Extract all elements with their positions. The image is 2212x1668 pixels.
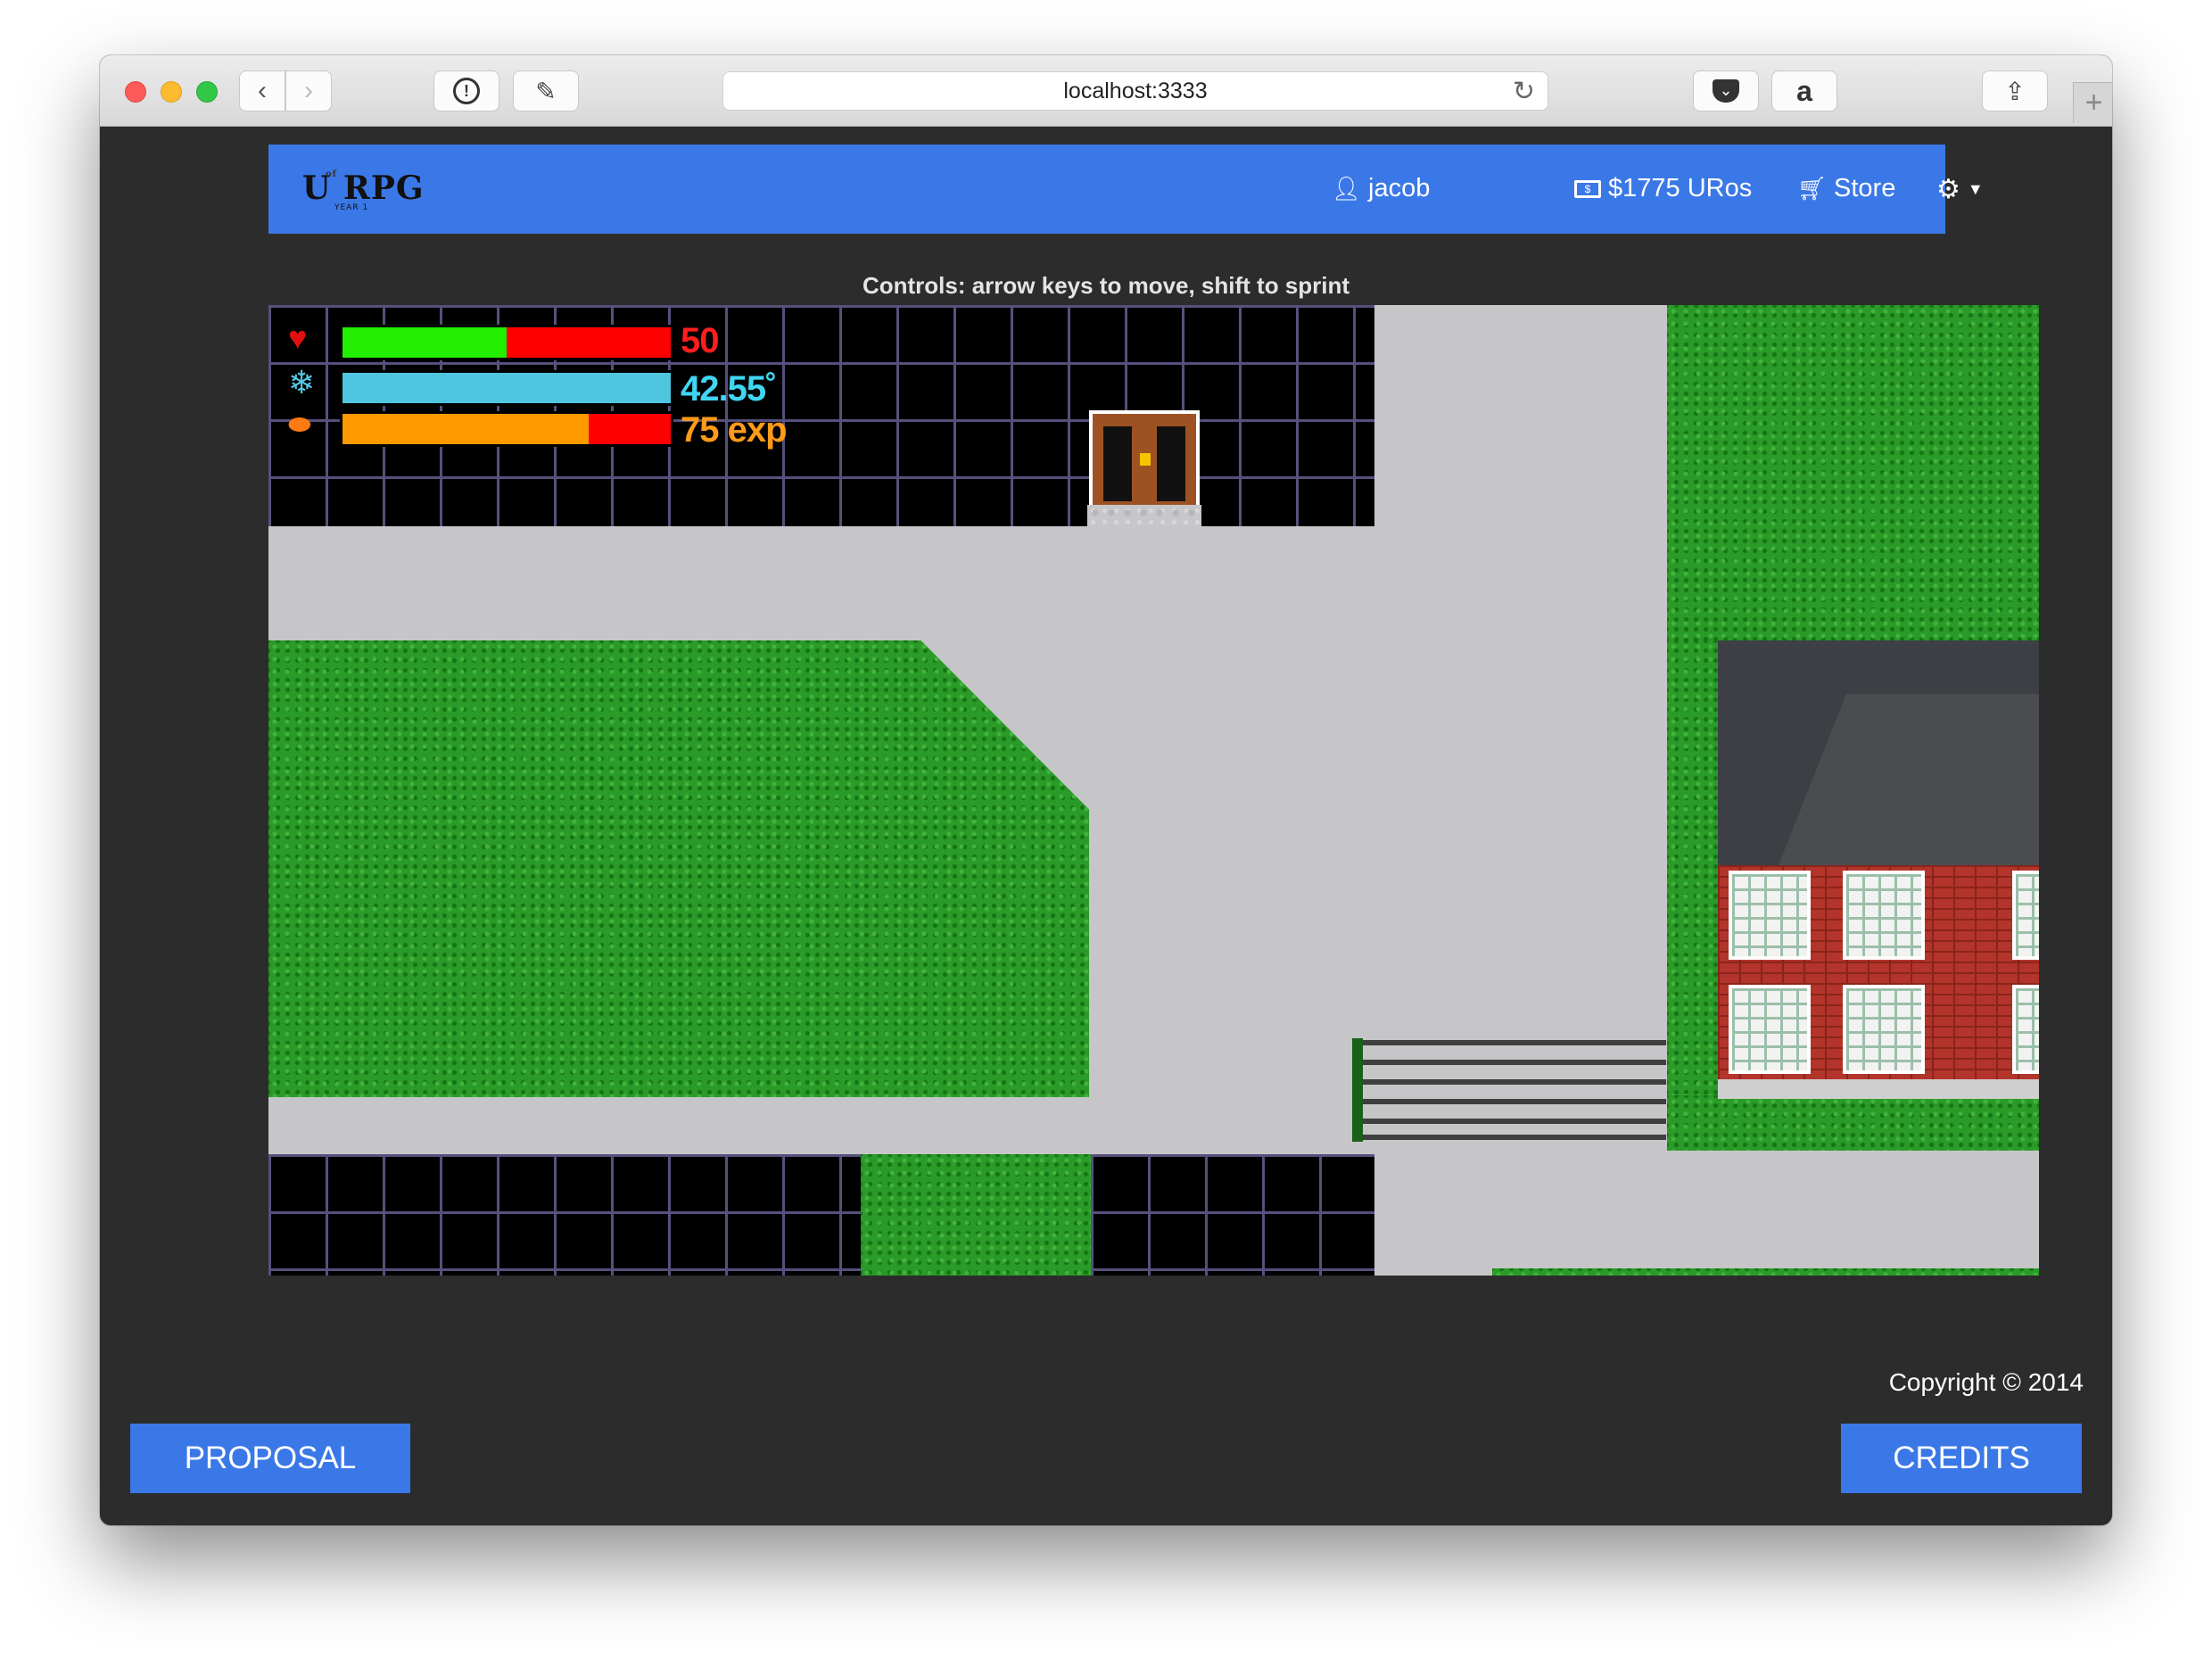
game-canvas[interactable]: ♥ 50 ❄ 42.55˚ ⬬ 75 exp — [268, 305, 2039, 1276]
building-floor-grid — [1091, 1154, 1374, 1276]
zoom-window-button[interactable] — [196, 81, 218, 103]
exp-bar — [340, 411, 673, 447]
window — [1843, 985, 1925, 1074]
window — [1729, 985, 1811, 1074]
door-right-panel — [1157, 426, 1185, 501]
reload-icon[interactable]: ↻ — [1513, 76, 1535, 107]
stair-step — [1363, 1099, 1666, 1104]
exp-pot-icon: ⬬ — [288, 410, 311, 440]
building-foundation — [1718, 1079, 2039, 1099]
url-text: localhost:3333 — [1063, 78, 1208, 103]
stair-step — [1363, 1135, 1666, 1140]
settings-dropdown[interactable]: ⚙ ▼ — [1936, 174, 1984, 205]
browser-window: ‹ › ! ✎ localhost:3333 ↻ ⌄ a ⇪ + U RPG o… — [100, 55, 2112, 1525]
stair-step — [1363, 1060, 1666, 1065]
forward-button[interactable]: › — [285, 70, 332, 111]
password-manager-button[interactable]: ! — [433, 70, 499, 111]
user-icon: 👤︎ — [1332, 175, 1362, 202]
stair-step — [1363, 1040, 1666, 1045]
nav-store[interactable]: 🛒︎ Store — [1797, 174, 1895, 203]
grass-area — [1667, 640, 1718, 1151]
copyright-text: Copyright © 2014 — [1888, 1368, 2084, 1396]
player-hud: ♥ 50 ❄ 42.55˚ ⬬ 75 exp — [268, 305, 893, 466]
temperature-value: 42.55˚ — [681, 369, 777, 409]
exp-bar-fill — [343, 414, 589, 444]
health-bar-fill — [343, 327, 507, 358]
store-label: Store — [1834, 174, 1896, 202]
logo-small-text: of — [326, 169, 337, 179]
back-button[interactable]: ‹ — [239, 70, 285, 111]
stair-step — [1363, 1119, 1666, 1124]
door-left-panel — [1103, 426, 1132, 501]
proposal-button[interactable]: PROPOSAL — [130, 1424, 410, 1493]
logo-subtitle: YEAR 1 — [334, 203, 369, 212]
snowflake-icon: ❄ — [288, 364, 316, 400]
plus-icon: + — [2084, 86, 2103, 120]
temperature-bar-fill — [343, 373, 671, 403]
chevron-right-icon: › — [304, 76, 313, 105]
nav-balance[interactable]: $ $1775 URos — [1574, 174, 1752, 203]
amazon-button[interactable]: a — [1771, 70, 1837, 111]
controls-hint: Controls: arrow keys to move, shift to s… — [862, 272, 1350, 299]
browser-toolbar: ‹ › ! ✎ localhost:3333 ↻ ⌄ a ⇪ — [100, 55, 2112, 127]
building-floor-grid — [268, 1154, 861, 1276]
health-value: 50 — [681, 321, 719, 360]
grass-area — [861, 1154, 1091, 1276]
double-door[interactable] — [1089, 410, 1200, 505]
brick-building — [1718, 640, 2039, 1104]
gears-icon: ⚙ — [1936, 175, 1960, 204]
nav-user[interactable]: 👤︎ jacob — [1332, 174, 1430, 203]
shopping-cart-icon: 🛒︎ — [1797, 175, 1828, 202]
grass-area — [268, 640, 1089, 1097]
edit-icon: ✎ — [535, 77, 557, 105]
new-tab-button[interactable]: + — [2073, 82, 2112, 123]
grass-area — [1667, 305, 2039, 642]
doorstep — [1087, 505, 1201, 526]
share-icon: ⇪ — [2004, 77, 2026, 105]
temperature-bar — [340, 370, 673, 406]
minimize-window-button[interactable] — [161, 81, 182, 103]
grass-area — [1492, 1268, 2039, 1276]
credits-button[interactable]: CREDITS — [1841, 1424, 2082, 1493]
window — [1729, 871, 1811, 960]
balance-label: $1775 URos — [1608, 174, 1753, 202]
caret-down-icon: ▼ — [1967, 180, 1984, 198]
logo-text: U RPG — [302, 169, 425, 207]
chevron-left-icon: ‹ — [258, 76, 267, 105]
window — [1843, 871, 1925, 960]
password-icon: ! — [453, 78, 480, 104]
site-logo[interactable]: U RPG of — [302, 169, 425, 207]
window — [2012, 985, 2039, 1074]
close-window-button[interactable] — [125, 81, 146, 103]
pocket-button[interactable]: ⌄ — [1693, 70, 1759, 111]
stairs — [1352, 1038, 1666, 1142]
share-button[interactable]: ⇪ — [1982, 70, 2048, 111]
site-navbar: U RPG of YEAR 1 👤︎ jacob $ $1775 URos 🛒︎… — [268, 145, 1984, 234]
amazon-icon: a — [1796, 74, 1812, 107]
door-handle — [1140, 453, 1151, 466]
stair-step — [1363, 1079, 1666, 1085]
money-icon: $ — [1574, 179, 1601, 198]
exp-value: 75 exp — [681, 410, 788, 450]
username-label: jacob — [1368, 174, 1431, 202]
heart-icon: ♥ — [288, 319, 308, 356]
window — [2012, 871, 2039, 960]
address-bar[interactable]: localhost:3333 ↻ — [722, 71, 1548, 111]
health-bar — [340, 325, 673, 360]
pocket-icon: ⌄ — [1713, 79, 1739, 103]
annotate-button[interactable]: ✎ — [513, 70, 579, 111]
